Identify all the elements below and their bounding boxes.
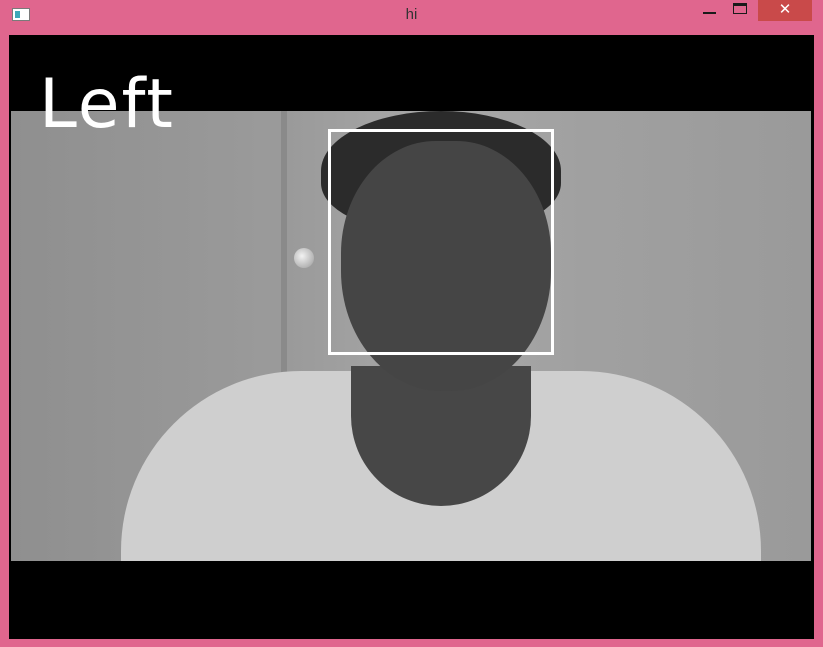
gaze-direction-label: Left — [39, 65, 175, 144]
title-bar[interactable]: hi ✕ — [0, 0, 823, 32]
maximize-icon — [733, 3, 747, 14]
close-icon: ✕ — [778, 0, 792, 18]
face-detection-box — [328, 129, 554, 355]
video-canvas: Left — [9, 35, 814, 639]
minimize-icon — [703, 12, 716, 14]
minimize-button[interactable] — [696, 0, 722, 21]
close-button[interactable]: ✕ — [758, 0, 812, 21]
maximize-button[interactable] — [726, 0, 754, 21]
window: hi ✕ Left — [0, 0, 823, 647]
door-knob — [294, 248, 314, 268]
